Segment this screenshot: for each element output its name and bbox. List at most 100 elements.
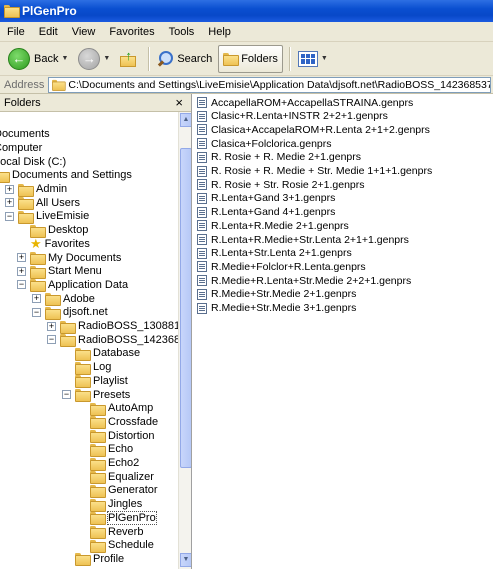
tree-item-label: djsoft.net: [63, 306, 108, 319]
file-icon: [197, 302, 207, 314]
file-name: R.Lenta+Gand 4+1.genprs: [211, 206, 336, 219]
tree-item[interactable]: Local Disk (C:): [0, 155, 66, 168]
menu-view[interactable]: View: [65, 26, 103, 38]
menu-help[interactable]: Help: [201, 26, 238, 38]
tree-item[interactable]: Echo: [90, 443, 133, 457]
file-item[interactable]: R. Rosie + R. Medie 2+1.genprs: [197, 151, 361, 164]
tree-item[interactable]: AutoAmp: [90, 402, 153, 416]
expand-icon[interactable]: +: [47, 321, 56, 331]
toolbar-separator: [148, 46, 150, 71]
tree-item[interactable]: PlGenPro: [90, 510, 157, 526]
collapse-icon[interactable]: −: [32, 307, 41, 317]
tree-item[interactable]: My Documents: [30, 251, 121, 265]
tree-item[interactable]: Jingles: [90, 498, 142, 512]
file-name: R.Lenta+R.Medie+Str.Lenta 2+1+1.genprs: [211, 233, 409, 246]
chevron-down-icon[interactable]: ▼: [61, 55, 68, 62]
tree-item[interactable]: Log: [75, 361, 111, 375]
collapse-icon[interactable]: −: [47, 335, 56, 345]
tree-item[interactable]: Adobe: [45, 292, 95, 307]
up-folder-button[interactable]: ↑: [116, 45, 142, 73]
file-item[interactable]: Clasica+Folclorica.genprs: [197, 137, 332, 150]
tree-item[interactable]: ★ Favorites: [30, 237, 90, 250]
folders-pane-title: Folders: [4, 96, 41, 109]
tree-item[interactable]: RadioBOSS_1308811106: [60, 320, 192, 334]
folder-icon: [75, 375, 91, 389]
forward-button[interactable]: → ▼: [74, 45, 114, 73]
tree-item[interactable]: Distortion: [90, 429, 154, 444]
tree-item[interactable]: RadioBOSS_1423685370: [60, 333, 191, 348]
collapse-icon[interactable]: −: [17, 280, 26, 290]
tree-item-label: PlGenPro: [107, 510, 157, 525]
tree-item[interactable]: Presets: [75, 388, 130, 402]
tree-item[interactable]: LiveEmisie: [18, 210, 89, 224]
file-item[interactable]: R. Rosie + R. Medie + Str. Medie 1+1+1.g…: [197, 165, 432, 178]
tree-item[interactable]: Application Data: [30, 278, 128, 293]
file-item[interactable]: R.Lenta+R.Medie+Str.Lenta 2+1+1.genprs: [197, 233, 409, 246]
file-name: R.Lenta+Str.Lenta 2+1.genprs: [211, 247, 352, 260]
search-button[interactable]: Search: [153, 45, 216, 73]
menu-edit[interactable]: Edit: [32, 26, 65, 38]
expand-icon[interactable]: +: [17, 253, 26, 262]
file-item[interactable]: R.Medie+Str.Medie 3+1.genprs: [197, 302, 356, 315]
views-button[interactable]: ▼: [294, 45, 332, 73]
folders-button[interactable]: Folders: [218, 44, 283, 73]
tree-item[interactable]: Equalizer: [90, 470, 154, 485]
tree-item[interactable]: Admin: [18, 183, 67, 197]
tree-item[interactable]: Start Menu: [30, 265, 102, 279]
tree-item[interactable]: Database: [75, 347, 140, 361]
chevron-down-icon[interactable]: ▼: [103, 55, 110, 62]
tree-item[interactable]: Schedule: [90, 539, 154, 553]
search-icon: [157, 50, 174, 67]
file-item[interactable]: R.Medie+Str.Medie 2+1.genprs: [197, 288, 356, 301]
file-item[interactable]: R.Lenta+Gand 4+1.genprs: [197, 206, 335, 219]
expand-icon[interactable]: +: [17, 266, 26, 276]
folders-icon: [223, 53, 240, 66]
expand-icon[interactable]: +: [32, 294, 41, 304]
expand-icon[interactable]: +: [5, 184, 14, 194]
file-item[interactable]: R. Rosie + Str. Rosie 2+1.genprs: [197, 178, 365, 191]
folder-icon: [30, 279, 46, 293]
file-item[interactable]: R.Medie+Folclor+R.Lenta.genprs: [197, 260, 366, 273]
back-button[interactable]: ← Back ▼: [4, 45, 72, 73]
file-list: AccapellaROM+AccapellaSTRAINA.genprs Clas…: [193, 94, 493, 569]
folder-icon: [90, 512, 106, 526]
close-icon[interactable]: ×: [175, 95, 183, 110]
menu-favorites[interactable]: Favorites: [102, 26, 161, 38]
tree-item[interactable]: Generator: [90, 484, 158, 498]
tree-item-label: Adobe: [63, 292, 95, 305]
file-item[interactable]: Clasic+R.Lenta+INSTR 2+2+1.genprs: [197, 110, 388, 123]
file-item[interactable]: R.Lenta+Gand 3+1.genprs: [197, 192, 335, 205]
tree-item-label: RadioBOSS_1308811106: [78, 320, 192, 332]
collapse-icon[interactable]: −: [62, 390, 71, 399]
file-item[interactable]: Clasica+AccapelaROM+R.Lenta 2+1+2.genprs: [197, 123, 430, 136]
star-icon: ★: [30, 236, 42, 252]
tree-item-label: Documents: [0, 128, 50, 141]
tree-item[interactable]: Reverb: [90, 525, 143, 539]
file-item[interactable]: R.Medie+R.Lenta+Str.Medie 2+2+1.genprs: [197, 274, 411, 287]
tree-item[interactable]: Crossfade: [90, 415, 158, 430]
tree-item[interactable]: All Users: [18, 196, 80, 211]
collapse-icon[interactable]: −: [5, 211, 14, 221]
file-item[interactable]: R.Lenta+Str.Lenta 2+1.genprs: [197, 247, 352, 260]
tree-item-label: Schedule: [108, 539, 154, 552]
tree-item[interactable]: Profile: [75, 552, 124, 567]
chevron-down-icon[interactable]: ▼: [321, 55, 328, 62]
tree-scrollbar[interactable]: ▲ ▼: [178, 112, 191, 569]
file-item[interactable]: R.Lenta+R.Medie 2+1.genprs: [197, 219, 349, 232]
file-icon: [197, 261, 207, 273]
scrollbar-thumb[interactable]: [180, 148, 191, 468]
tree-item[interactable]: Computer: [0, 141, 42, 154]
menu-tools[interactable]: Tools: [162, 26, 202, 38]
tree-item[interactable]: Echo2: [90, 457, 139, 471]
expand-icon[interactable]: +: [5, 198, 14, 208]
file-item[interactable]: AccapellaROM+AccapellaSTRAINA.genprs: [197, 96, 413, 109]
tree-item[interactable]: Documents and Settings: [0, 169, 132, 183]
tree-item[interactable]: djsoft.net: [45, 306, 108, 320]
address-input[interactable]: C:\Documents and Settings\LiveEmisie\App…: [48, 76, 491, 93]
tree-item[interactable]: Playlist: [75, 374, 128, 389]
tree-item[interactable]: Desktop: [30, 224, 88, 238]
tree-item[interactable]: Documents: [0, 128, 50, 141]
scroll-down-icon[interactable]: ▼: [180, 553, 191, 567]
scroll-up-icon[interactable]: ▲: [180, 113, 191, 127]
menu-file[interactable]: File: [0, 26, 32, 38]
